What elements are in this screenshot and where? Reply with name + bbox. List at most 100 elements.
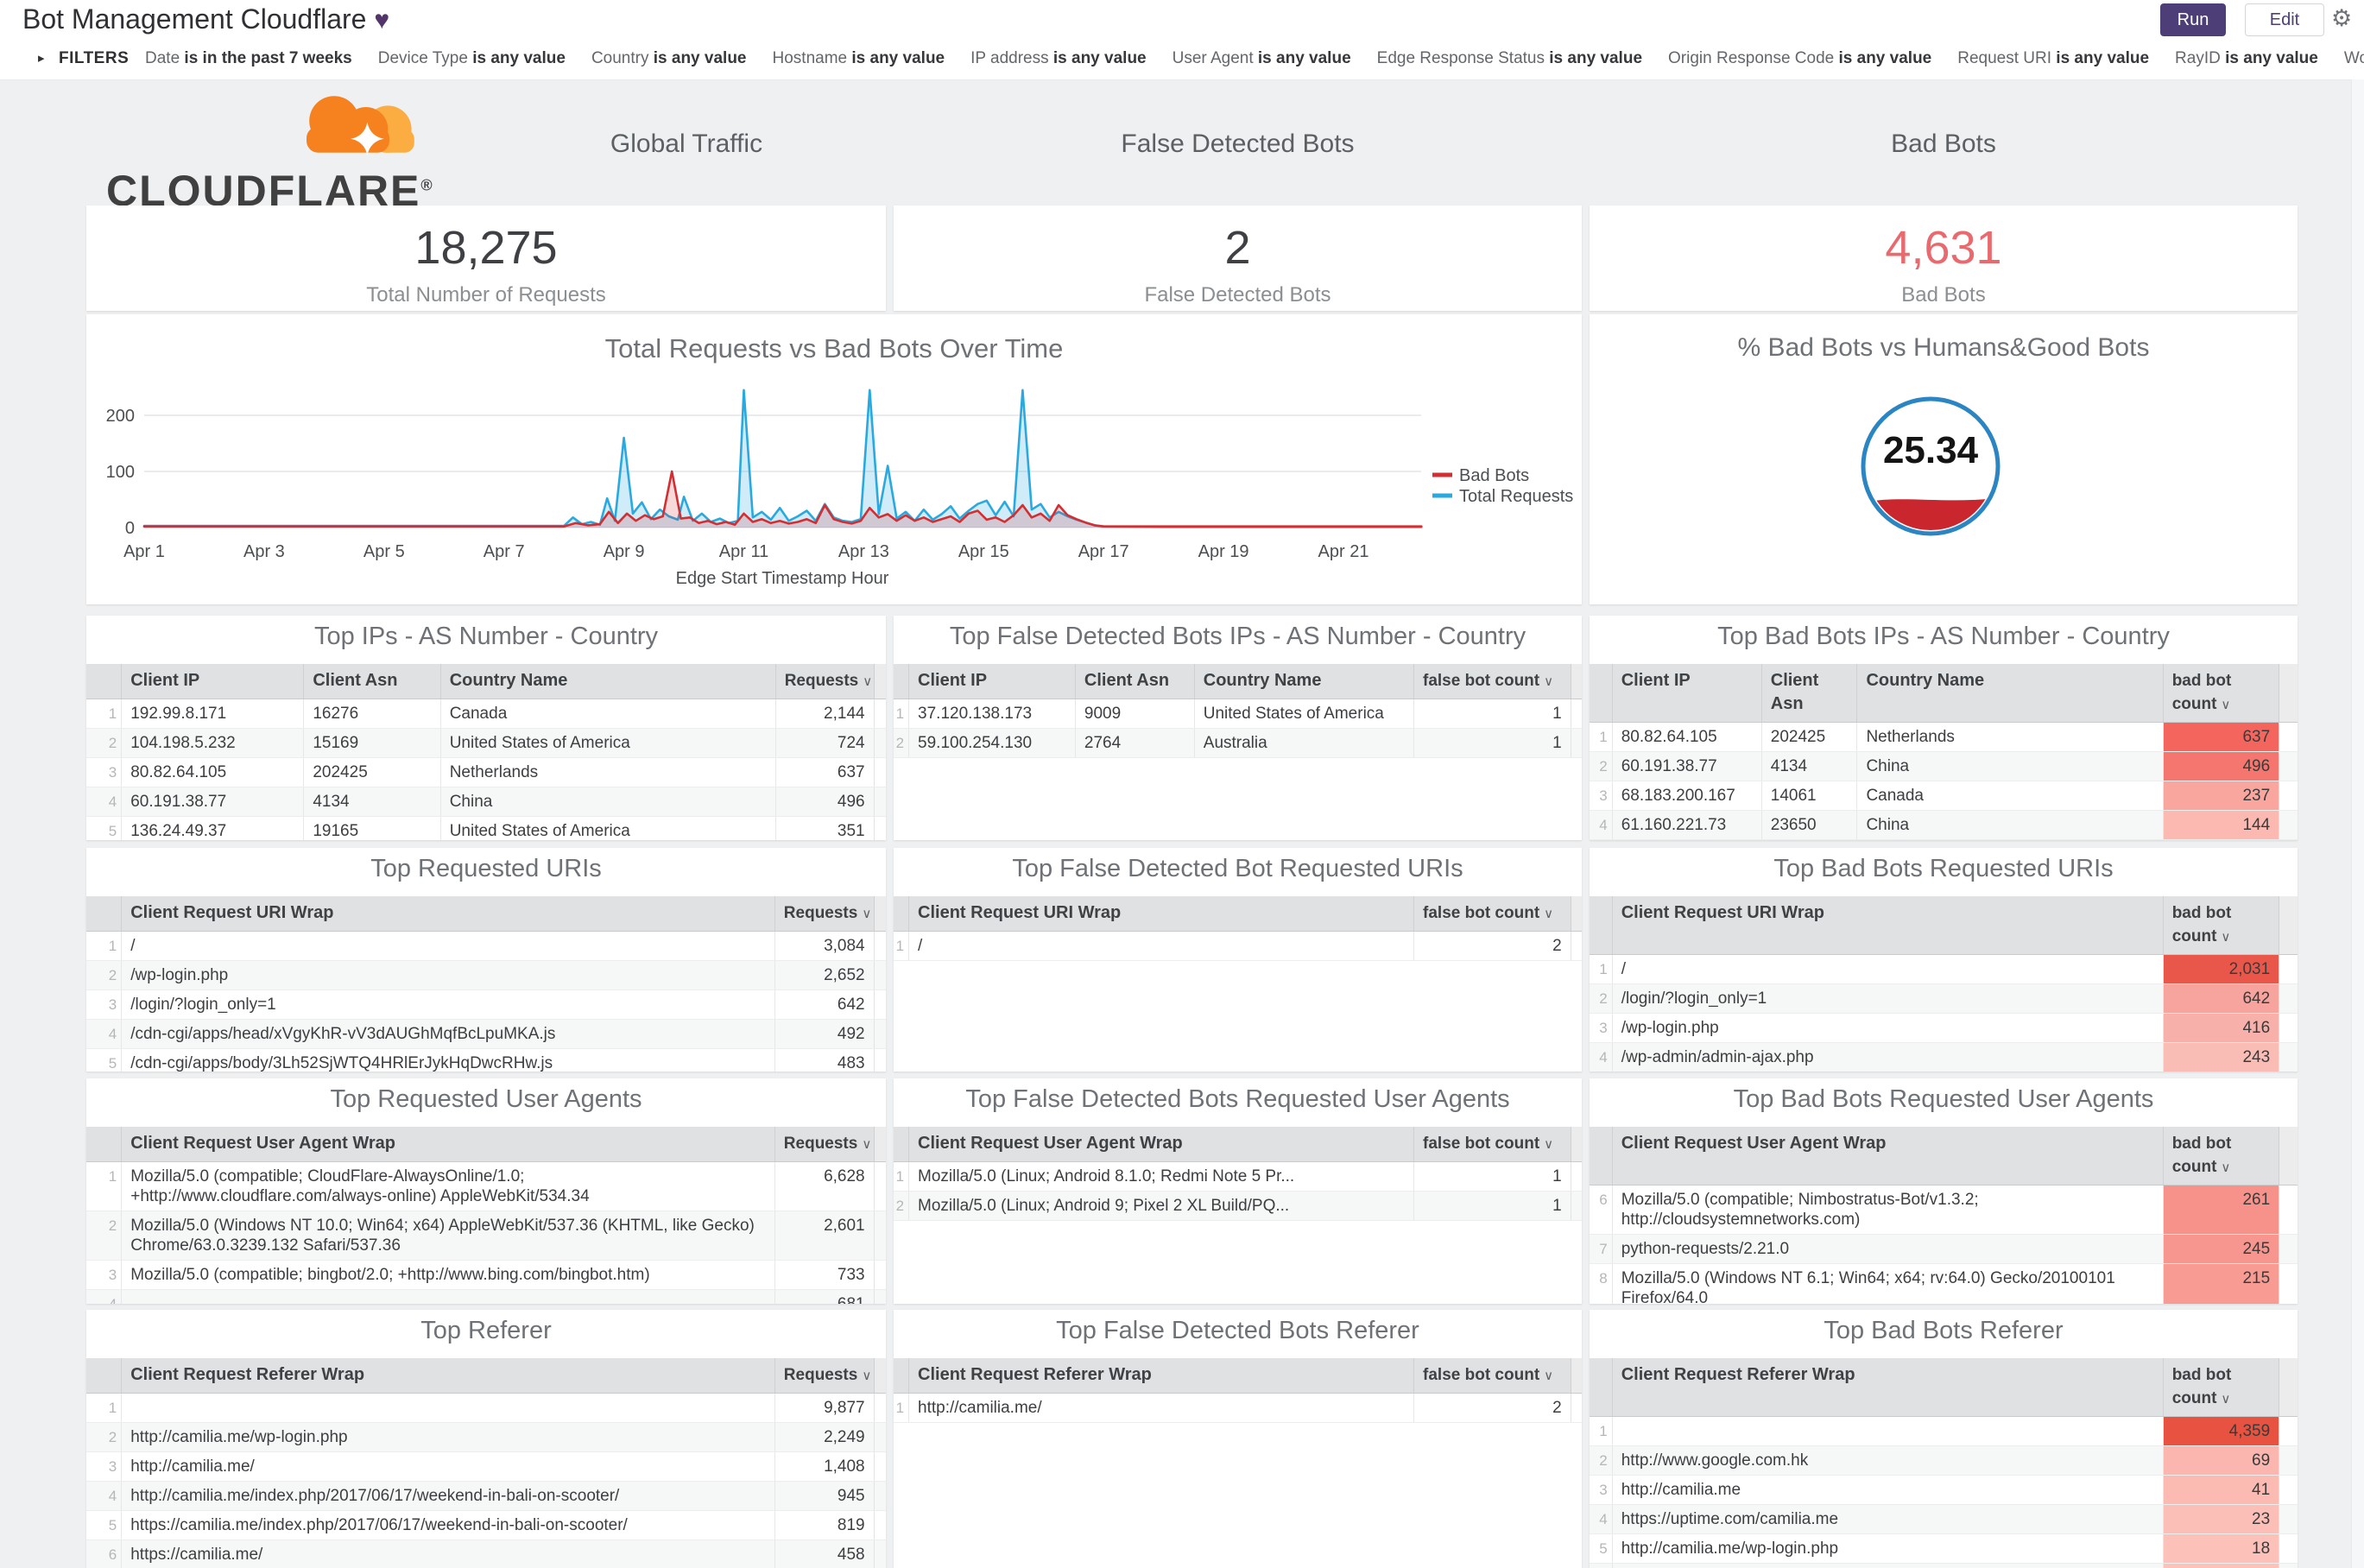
- table-row: 1 Mozilla/5.0 (compatible; CloudFlare-Alw…: [86, 1161, 886, 1211]
- sort-desc-icon[interactable]: ∨: [862, 1137, 871, 1152]
- row-number: 3: [86, 757, 122, 787]
- column-header-requests[interactable]: Requests ∨: [774, 896, 875, 932]
- column-header-client-request-user-agent-wrap[interactable]: Client Request User Agent Wrap: [1611, 1127, 2164, 1185]
- gear-icon[interactable]: ⚙: [2331, 5, 2352, 32]
- column-header-requests[interactable]: Requests ∨: [774, 1127, 875, 1162]
- column-header-client-request-uri-wrap[interactable]: Client Request URI Wrap: [1611, 896, 2164, 955]
- column-header-requests[interactable]: Requests ∨: [774, 1358, 875, 1394]
- column-header-client-request-uri-wrap[interactable]: Client Request URI Wrap: [908, 896, 1414, 932]
- sort-desc-icon[interactable]: ∨: [862, 907, 871, 921]
- column-header-false-bot-count[interactable]: false bot count ∨: [1413, 1127, 1571, 1162]
- column-header-client-request-referer-wrap[interactable]: Client Request Referer Wrap: [908, 1358, 1414, 1394]
- cell-client-request-referer-wrap: http://camilia.me/: [908, 1393, 1414, 1423]
- column-header-client-ip[interactable]: Client IP: [908, 664, 1076, 699]
- column-header-bad-bot-count[interactable]: bad bot count ∨: [2162, 664, 2279, 723]
- table-row: 3/wp-login.php 416: [1590, 1013, 2298, 1043]
- row-number-header: [1590, 896, 1613, 955]
- column-header-country-name[interactable]: Country Name: [1856, 664, 2164, 723]
- filter-item-rayid[interactable]: RayID is any value: [2175, 38, 2318, 79]
- filter-item-request-uri[interactable]: Request URI is any value: [1957, 38, 2149, 79]
- scroll-strip: [2279, 1013, 2298, 1043]
- card-title: Top False Detected Bot Requested URIs: [1012, 855, 1463, 882]
- column-header-false-bot-count[interactable]: false bot count ∨: [1413, 896, 1571, 932]
- column-header-bad-bot-count[interactable]: bad bot count ∨: [2162, 1358, 2279, 1417]
- row-number-header: [86, 1358, 122, 1394]
- cell-client-ip: 37.120.138.173: [908, 699, 1076, 729]
- row-number-header: [894, 664, 909, 699]
- table-row: 2/login/?login_only=1 642: [1590, 983, 2298, 1014]
- column-header-client-request-referer-wrap[interactable]: Client Request Referer Wrap: [121, 1358, 775, 1394]
- sort-desc-icon[interactable]: ∨: [1544, 907, 1553, 921]
- card-bad-referer: Top Bad Bots Referer Client Request Refe…: [1590, 1310, 2298, 1568]
- sort-desc-icon[interactable]: ∨: [2221, 1160, 2230, 1175]
- table-bad-uris: Client Request URI Wrap bad bot count ∨ 1/2…: [1590, 896, 2298, 1072]
- cell-bad-bot-count: 41: [2162, 1475, 2279, 1505]
- scroll-strip: [2279, 751, 2298, 781]
- sort-desc-icon[interactable]: ∨: [863, 674, 872, 689]
- filter-item-user-agent[interactable]: User Agent is any value: [1173, 38, 1351, 79]
- cell-requests: 724: [774, 728, 875, 758]
- column-header-false-bot-count[interactable]: false bot count ∨: [1413, 664, 1571, 699]
- column-header-bad-bot-count[interactable]: bad bot count ∨: [2162, 1127, 2279, 1185]
- column-header-client-request-uri-wrap[interactable]: Client Request URI Wrap: [121, 896, 775, 932]
- bad-bots-gauge[interactable]: 25.34: [1590, 314, 2298, 604]
- scroll-strip: [873, 1451, 886, 1482]
- cell-requests: 642: [774, 989, 875, 1020]
- sort-desc-icon[interactable]: ∨: [1544, 1137, 1553, 1152]
- filter-item-ip-address[interactable]: IP address is any value: [970, 38, 1147, 79]
- filters-label[interactable]: FILTERS: [59, 38, 129, 79]
- cell-client-request-user-agent-wrap: Mozilla/5.0 (Linux; Android 9; Pixel 2 X…: [908, 1191, 1414, 1221]
- table-row: 1/3,084: [86, 931, 886, 961]
- cell-country-name: Canada: [1856, 781, 2164, 811]
- column-header-false-bot-count[interactable]: false bot count ∨: [1413, 1358, 1571, 1394]
- column-header-country-name[interactable]: Country Name: [1193, 664, 1414, 699]
- filters-expand-icon[interactable]: ▸: [38, 38, 45, 79]
- scroll-strip: [2279, 1127, 2298, 1185]
- cloudflare-logo: CLOUDFLARE®: [106, 86, 460, 215]
- sort-desc-icon[interactable]: ∨: [1544, 1369, 1553, 1383]
- cell-client-request-user-agent-wrap: Mozilla/5.0 (Windows NT 6.1; Win64; x64;…: [1611, 1263, 2164, 1304]
- column-header-requests[interactable]: Requests ∨: [774, 664, 875, 699]
- scroll-strip: [2279, 896, 2298, 955]
- edit-button[interactable]: Edit: [2245, 3, 2324, 36]
- cell-client-ip: 80.82.64.105: [1611, 722, 1762, 752]
- column-header-client-request-referer-wrap[interactable]: Client Request Referer Wrap: [1611, 1358, 2164, 1417]
- sort-desc-icon[interactable]: ∨: [1544, 674, 1553, 689]
- timeseries-chart[interactable]: 0 100 200 Apr 1 Apr 3 Apr 5 Apr 7 Apr 9 Apr 11 Ap…: [86, 314, 1582, 604]
- cell-requests: 2,249: [774, 1422, 875, 1452]
- column-header-client-request-user-agent-wrap[interactable]: Client Request User Agent Wrap: [908, 1127, 1414, 1162]
- filter-item-worker-subrequest[interactable]: Worker Subrequest is...: [2344, 38, 2364, 79]
- cell-country-name: United States of America: [1193, 699, 1414, 729]
- scroll-strip: [2279, 1504, 2298, 1534]
- scroll-strip: [1570, 664, 1582, 699]
- column-header-client-request-user-agent-wrap[interactable]: Client Request User Agent Wrap: [121, 1127, 775, 1162]
- filter-item-origin-response-code[interactable]: Origin Response Code is any value: [1668, 38, 1931, 79]
- column-header-client-ip[interactable]: Client IP: [1611, 664, 1762, 723]
- sort-desc-icon[interactable]: ∨: [862, 1369, 871, 1383]
- cell-requests: 637: [774, 757, 875, 787]
- page-scrollbar[interactable]: [2351, 79, 2364, 1568]
- filter-item-hostname[interactable]: Hostname is any value: [773, 38, 945, 79]
- scroll-strip: [1570, 728, 1582, 758]
- column-header-client-asn[interactable]: Client Asn: [1074, 664, 1195, 699]
- sort-desc-icon[interactable]: ∨: [2221, 930, 2230, 945]
- filter-item-device-type[interactable]: Device Type is any value: [378, 38, 566, 79]
- cell-requests: 496: [774, 787, 875, 817]
- column-header-client-asn[interactable]: Client Asn: [1760, 664, 1857, 723]
- table-row: 2 60.191.38.77 4134 China 496: [1590, 751, 2298, 781]
- filter-item-country[interactable]: Country is any value: [591, 38, 747, 79]
- scroll-strip: [873, 1289, 886, 1304]
- filter-item-edge-response-status[interactable]: Edge Response Status is any value: [1377, 38, 1642, 79]
- sort-desc-icon[interactable]: ∨: [2221, 698, 2230, 712]
- run-button[interactable]: Run: [2160, 3, 2226, 36]
- table-row: 3 http://camilia.me/1,408: [86, 1451, 886, 1482]
- column-header-client-ip[interactable]: Client IP: [121, 664, 304, 699]
- column-header-bad-bot-count[interactable]: bad bot count ∨: [2162, 896, 2279, 955]
- filter-item-date[interactable]: Date is in the past 7 weeks: [145, 38, 352, 79]
- scroll-strip: [1570, 896, 1582, 932]
- sort-desc-icon[interactable]: ∨: [2221, 1392, 2230, 1407]
- cell-client-asn: 16276: [303, 699, 441, 729]
- column-header-country-name[interactable]: Country Name: [439, 664, 776, 699]
- cell-client-request-user-agent-wrap: Mozilla/5.0 (Windows NT 10.0; Win64; x64…: [121, 1211, 775, 1261]
- column-header-client-asn[interactable]: Client Asn: [303, 664, 441, 699]
